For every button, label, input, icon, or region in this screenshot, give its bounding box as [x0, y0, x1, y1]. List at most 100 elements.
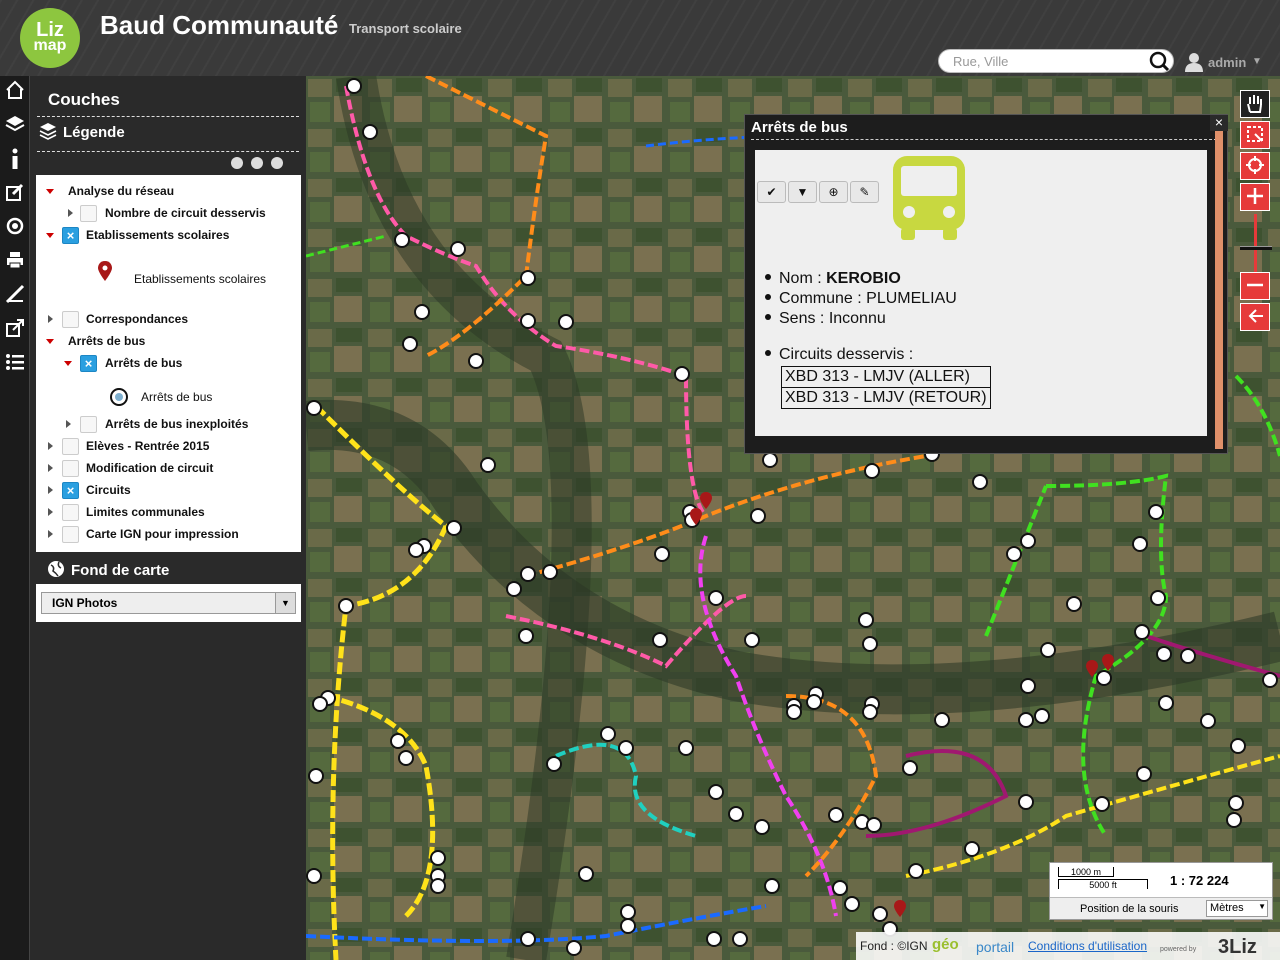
zoom-in-icon[interactable]	[1240, 183, 1270, 211]
legend-label: Arrêts de bus	[141, 390, 213, 404]
layer-label: Elèves - Rentrée 2015	[86, 439, 210, 453]
zoom-out-icon[interactable]	[1240, 272, 1270, 300]
legend-header[interactable]: Légende	[39, 122, 125, 141]
terms-link[interactable]: Conditions d'utilisation	[1028, 939, 1147, 953]
legend-label: Légende	[63, 124, 125, 141]
geoportail-logo[interactable]: géo	[932, 936, 959, 953]
layer-checkbox-checked[interactable]: ×	[62, 227, 79, 244]
feature-attributes: Nom : KEROBIO Commune : PLUMELIAU Sens :…	[765, 270, 991, 411]
app-subtitle: Transport scolaire	[349, 21, 462, 36]
layer-checkbox[interactable]	[62, 504, 79, 521]
geolocate-icon[interactable]	[1240, 152, 1270, 180]
print-icon[interactable]	[0, 250, 30, 280]
basemap-selected: IGN Photos	[52, 596, 118, 610]
attr-value: KEROBIO	[826, 270, 901, 287]
layer-checkbox[interactable]	[62, 311, 79, 328]
chevron-down-icon[interactable]: ▼	[1258, 902, 1266, 911]
caret-right-icon[interactable]	[48, 486, 53, 494]
chevron-down-icon[interactable]: ▼	[275, 593, 295, 613]
units-select[interactable]: Mètres ▼	[1206, 900, 1268, 917]
zoom-slider[interactable]	[1240, 214, 1272, 272]
search-input[interactable]	[938, 49, 1174, 73]
geoportail-logo-text[interactable]: portail	[976, 939, 1014, 955]
caret-right-icon[interactable]	[48, 464, 53, 472]
table-row: XBD 313 - LMJV (RETOUR)	[781, 387, 991, 409]
legend-tools	[231, 156, 291, 174]
logo-sub: map	[33, 37, 67, 54]
layer-checkbox[interactable]	[62, 526, 79, 543]
layer-label: Arrêts de bus	[105, 356, 183, 370]
permalink-icon[interactable]	[0, 318, 30, 348]
bus-icon	[893, 156, 965, 240]
caret-right-icon[interactable]	[48, 315, 53, 323]
layer-label: Arrêts de bus inexploités	[105, 417, 249, 431]
basemap-select[interactable]: IGN Photos ▼	[41, 592, 296, 614]
attr-nom: Nom : KEROBIO	[765, 270, 991, 288]
attr-value: PLUMELIAU	[866, 290, 957, 307]
attr-label: Circuits desservis :	[779, 346, 914, 363]
attr-sens: Sens : Inconnu	[765, 310, 991, 328]
left-toolbar	[0, 76, 30, 960]
user-icon[interactable]	[1184, 52, 1204, 72]
caret-right-icon[interactable]	[48, 442, 53, 450]
zoom-box-icon[interactable]	[1240, 121, 1270, 149]
filter-icon[interactable]: ▼	[788, 181, 817, 203]
globe-icon	[48, 561, 64, 577]
layer-checkbox[interactable]	[62, 438, 79, 455]
pan-icon[interactable]	[1240, 90, 1270, 118]
header: Liz map Baud Communauté Transport scolai…	[0, 0, 1280, 76]
layer-label: Limites communales	[86, 505, 205, 519]
layer-checkbox[interactable]	[80, 205, 97, 222]
layer-checkbox[interactable]	[62, 460, 79, 477]
feature-popup: Arrêts de bus × ✔ ▼ ⊕ ✎ Nom : KEROBIO Commu…	[744, 114, 1228, 454]
panel-title: Couches	[48, 90, 120, 109]
zoom-icon[interactable]: ⊕	[819, 181, 848, 203]
layers-icon[interactable]	[0, 114, 30, 144]
chevron-down-icon[interactable]: ▼	[1252, 56, 1262, 67]
caret-right-icon[interactable]	[48, 530, 53, 538]
map-controls	[1240, 90, 1272, 334]
list-icon[interactable]	[0, 352, 30, 382]
caret-right-icon[interactable]	[66, 420, 71, 428]
info-icon[interactable]	[231, 157, 243, 169]
popup-scrollbar[interactable]	[1215, 131, 1223, 449]
home-icon[interactable]	[0, 80, 30, 110]
zoom-handle[interactable]	[1240, 246, 1272, 250]
layer-label: Carte IGN pour impression	[86, 527, 239, 541]
layer-label: Correspondances	[86, 312, 189, 326]
close-icon[interactable]: ×	[1210, 115, 1228, 131]
circuits-table: XBD 313 - LMJV (ALLER) XBD 313 - LMJV (R…	[781, 366, 991, 409]
layer-checkbox[interactable]	[80, 416, 97, 433]
attr-commune: Commune : PLUMELIAU	[765, 290, 991, 308]
caret-right-icon[interactable]	[48, 508, 53, 516]
edit-icon[interactable]	[0, 182, 30, 212]
caret-down-icon[interactable]	[46, 189, 54, 194]
measure-icon[interactable]	[0, 284, 30, 314]
powered-by: powered by	[1160, 946, 1197, 953]
caret-down-icon[interactable]	[46, 233, 54, 238]
zoom-track[interactable]	[1254, 214, 1257, 272]
check-icon[interactable]: ✔	[757, 181, 786, 203]
lizmap-logo[interactable]: Liz map	[20, 8, 80, 68]
user-menu[interactable]: admin	[1208, 55, 1246, 70]
zoom-icon[interactable]	[251, 157, 263, 169]
table-row: XBD 313 - LMJV (ALLER)	[781, 366, 991, 388]
caret-right-icon[interactable]	[68, 209, 73, 217]
locate-icon[interactable]	[0, 216, 30, 246]
layer-checkbox-checked[interactable]: ×	[62, 482, 79, 499]
map-marker-icon	[98, 261, 112, 281]
caret-down-icon[interactable]	[46, 339, 54, 344]
layer-checkbox-checked[interactable]: ×	[80, 355, 97, 372]
attr-circuits: Circuits desservis : XBD 313 - LMJV (ALL…	[765, 346, 991, 409]
search-icon[interactable]	[1148, 50, 1170, 72]
layer-label: Etablissements scolaires	[86, 228, 230, 242]
info-icon[interactable]	[0, 148, 30, 178]
pencil-icon[interactable]: ✎	[850, 181, 879, 203]
previous-view-icon[interactable]	[1240, 303, 1270, 331]
caret-down-icon[interactable]	[64, 361, 72, 366]
attr-label: Commune :	[779, 290, 867, 307]
attribution-text: Fond : ©IGN	[860, 939, 928, 953]
attribution-bar: Fond : ©IGN géo portail Conditions d'uti…	[856, 932, 1280, 960]
3liz-logo[interactable]: 3Liz	[1218, 936, 1257, 959]
opacity-icon[interactable]	[271, 157, 283, 169]
